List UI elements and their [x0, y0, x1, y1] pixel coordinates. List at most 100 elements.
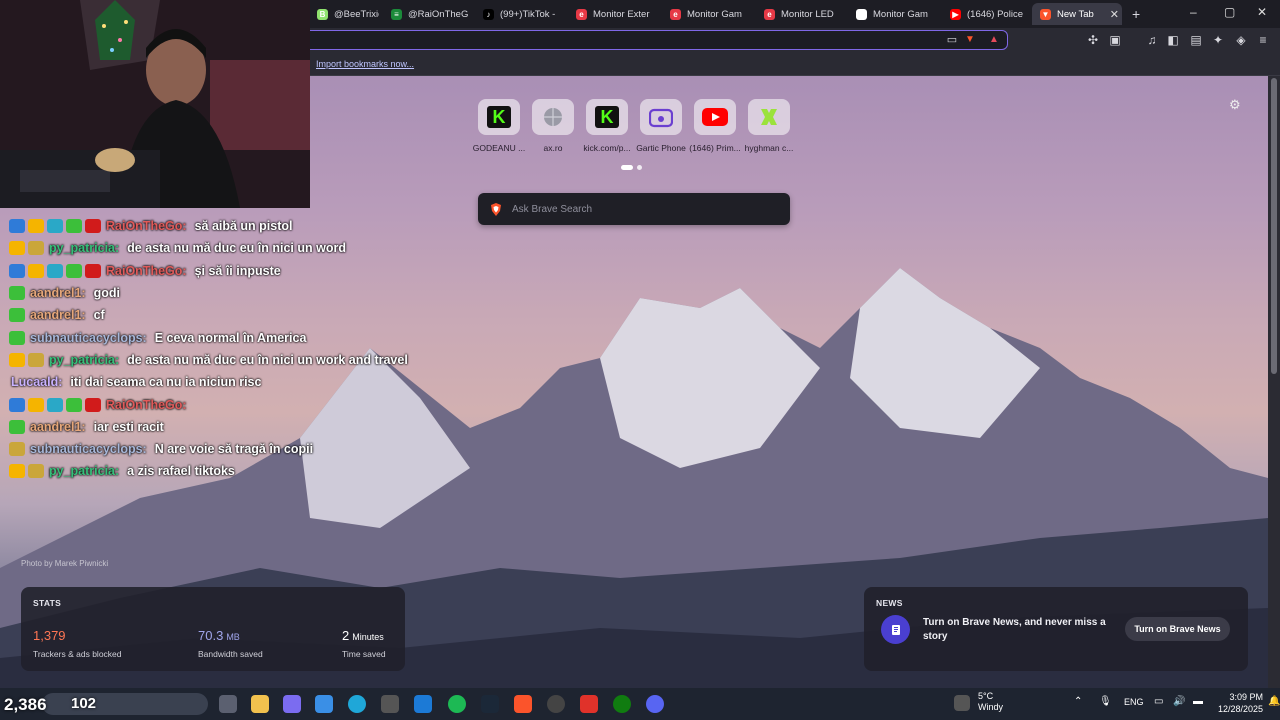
- turn-on-news-button[interactable]: Turn on Brave News: [1125, 617, 1230, 641]
- chat-message: py_patricia: a zis rafael tiktoks: [9, 460, 449, 482]
- microphone-icon[interactable]: 🎙: [1099, 696, 1112, 707]
- chat-username[interactable]: Lucaald:: [11, 375, 62, 389]
- tab-7[interactable]: ▶ (1646) Police: [942, 3, 1027, 25]
- photo-credit[interactable]: Photo by Marek Piwnicki: [21, 559, 108, 568]
- weather-widget[interactable]: 5°C Windy: [978, 691, 1003, 713]
- stat-bandwidth-saved: 70.3 MB Bandwidth saved: [198, 627, 263, 659]
- vpn-icon[interactable]: ◈: [1234, 33, 1248, 47]
- clock-date: 12/28/2025: [1218, 704, 1264, 714]
- chat-username[interactable]: aandrel1:: [30, 286, 86, 300]
- viewer-count: 2,386: [4, 695, 47, 714]
- tab-6[interactable]: a Monitor Gam: [848, 3, 936, 25]
- search-placeholder: Ask Brave Search: [512, 203, 593, 215]
- brave-rewards-icon[interactable]: ▲: [987, 33, 1001, 47]
- taskbar-search[interactable]: [42, 693, 208, 715]
- news-icon: [881, 615, 910, 644]
- chat-message: Lucaald: iti dai seama ca nu ia niciun ri…: [9, 371, 449, 393]
- app-red-icon[interactable]: [580, 695, 598, 713]
- chat-username[interactable]: py_patricia:: [49, 353, 119, 367]
- screenshot-icon[interactable]: ▣: [1108, 33, 1122, 47]
- tab-2[interactable]: ♪ (99+)TikTok -: [475, 3, 563, 25]
- leo-ai-icon[interactable]: ✦: [1211, 33, 1225, 47]
- task-view-icon[interactable]: [219, 695, 237, 713]
- network-icon[interactable]: ▭: [1154, 696, 1163, 707]
- top-site-3[interactable]: Gartic Phone: [633, 99, 689, 153]
- news-message: Turn on Brave News, and never miss a sto…: [923, 617, 1106, 642]
- chat-username[interactable]: py_patricia:: [49, 464, 119, 478]
- chat-username[interactable]: subnauticacyclops:: [30, 442, 147, 456]
- tab-3[interactable]: e Monitor Exter: [568, 3, 656, 25]
- page-scrollbar[interactable]: [1268, 76, 1280, 688]
- top-site-4[interactable]: (1646) Prim...: [687, 99, 743, 153]
- microsoft-store-icon[interactable]: [414, 695, 432, 713]
- top-site-2[interactable]: Kkick.com/p...: [579, 99, 635, 153]
- chat-text: a zis rafael tiktoks: [127, 464, 235, 479]
- chat-message: subnauticacyclops: N are voie să tragă în…: [9, 438, 449, 460]
- chat-username[interactable]: RaiOnTheGo:: [106, 219, 187, 233]
- file-explorer-icon[interactable]: [251, 695, 269, 713]
- chat-message: aandrel1: godi: [9, 282, 449, 304]
- menu-icon[interactable]: ≡: [1256, 33, 1270, 47]
- settings-gear-icon[interactable]: ⚙: [1229, 97, 1241, 113]
- wallet-icon[interactable]: ▤: [1189, 33, 1203, 47]
- app-icon[interactable]: [381, 695, 399, 713]
- notifications-icon[interactable]: 🔔: [1268, 696, 1280, 707]
- top-sites-pager[interactable]: [621, 165, 642, 170]
- volume-icon[interactable]: 🔊: [1173, 696, 1185, 707]
- brave-search-box[interactable]: Ask Brave Search: [478, 193, 790, 225]
- teams-icon[interactable]: [283, 695, 301, 713]
- media-icon[interactable]: ♫: [1145, 33, 1159, 47]
- import-bookmarks-link[interactable]: Import bookmarks now...: [316, 59, 414, 69]
- youtube-icon: [694, 99, 736, 135]
- chat-badge-icon: [9, 397, 25, 412]
- sidebar-icon[interactable]: ◧: [1166, 33, 1180, 47]
- extensions-icon[interactable]: ✣: [1086, 33, 1100, 47]
- bookmark-icon[interactable]: ▭: [945, 33, 959, 47]
- stat-bandwidth-unit: MB: [226, 632, 240, 642]
- chat-text: și să îi inpuste: [194, 263, 281, 278]
- address-bar[interactable]: ▭ ▼ ▲: [300, 30, 1008, 50]
- maximize-icon[interactable]: ▢: [1224, 5, 1235, 19]
- store-icon[interactable]: [315, 695, 333, 713]
- stat-time-unit: Minutes: [352, 632, 384, 642]
- top-site-0[interactable]: K GODEANU ...: [471, 99, 527, 153]
- tab-0[interactable]: B @BeeTrixie • 2: [309, 3, 379, 25]
- spotify-icon[interactable]: [448, 695, 466, 713]
- obs-icon[interactable]: [547, 695, 565, 713]
- battery-icon[interactable]: ▬: [1193, 696, 1203, 707]
- brave-shields-icon[interactable]: ▼: [963, 33, 977, 47]
- discord-icon[interactable]: [646, 695, 664, 713]
- language-indicator[interactable]: ENG: [1124, 697, 1144, 707]
- tab-4[interactable]: e Monitor Gam: [662, 3, 750, 25]
- clock[interactable]: 3:09 PM 12/28/2025: [1218, 691, 1263, 715]
- chat-username[interactable]: RaiOnTheGo:: [106, 264, 187, 278]
- top-site-1[interactable]: ax.ro: [525, 99, 581, 153]
- tab-favicon-icon: ▼: [1040, 8, 1051, 20]
- xbox-icon[interactable]: [613, 695, 631, 713]
- new-tab-button[interactable]: +: [1124, 3, 1148, 25]
- close-window-icon[interactable]: ✕: [1257, 5, 1267, 19]
- tab-1[interactable]: ≡ @RaiOnTheG: [383, 3, 471, 25]
- brave-icon[interactable]: [514, 695, 532, 713]
- close-tab-icon[interactable]: ✕: [1110, 8, 1119, 21]
- chat-username[interactable]: aandrel1:: [30, 308, 86, 322]
- page-dot-active[interactable]: [621, 165, 633, 170]
- chat-username[interactable]: py_patricia:: [49, 241, 119, 255]
- tray-chevron-icon[interactable]: ⌃: [1074, 696, 1082, 707]
- tab-8[interactable]: ▼ New Tab ✕: [1032, 3, 1122, 25]
- chat-badge-icon: [9, 308, 25, 323]
- scrollbar-thumb[interactable]: [1271, 78, 1277, 374]
- weather-icon[interactable]: [954, 695, 970, 711]
- steam-icon[interactable]: [481, 695, 499, 713]
- page-dot[interactable]: [637, 165, 642, 170]
- chat-message: RaiOnTheGo: și să îi inpuste: [9, 260, 449, 282]
- chat-username[interactable]: aandrel1:: [30, 420, 86, 434]
- chat-username[interactable]: subnauticacyclops:: [30, 331, 147, 345]
- chat-username[interactable]: RaiOnTheGo:: [106, 398, 187, 412]
- edge-icon[interactable]: [348, 695, 366, 713]
- tab-5[interactable]: e Monitor LED: [756, 3, 844, 25]
- top-site-5[interactable]: hyghman c...: [741, 99, 797, 153]
- minimize-icon[interactable]: –: [1190, 5, 1197, 19]
- chat-badge-icon: [9, 219, 25, 234]
- chat-message: py_patricia: de asta nu mă duc eu în nici…: [9, 237, 449, 259]
